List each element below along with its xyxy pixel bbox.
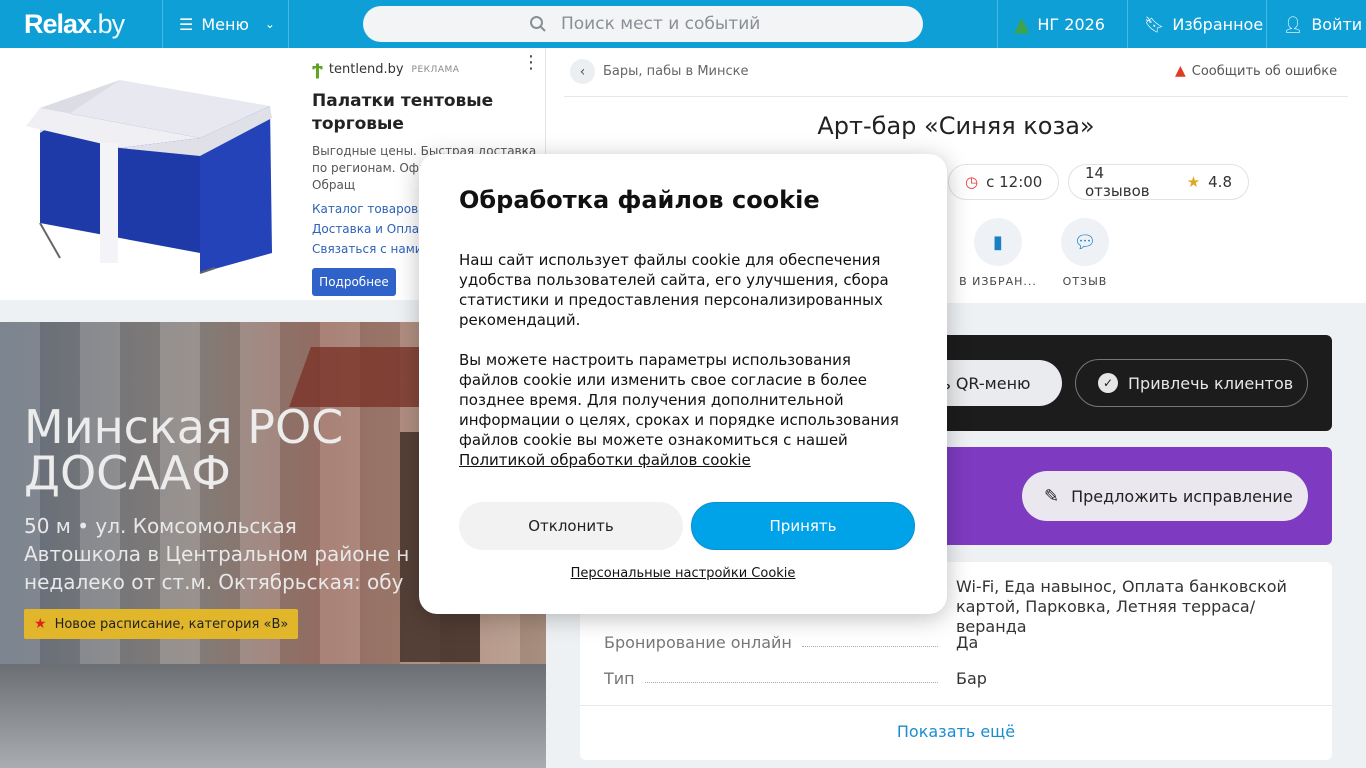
cookie-policy-link[interactable]: Политикой обработки файлов cookie xyxy=(459,450,909,470)
login-link[interactable]: 👤︎ Войти xyxy=(1266,0,1366,48)
user-icon: 👤︎ xyxy=(1283,14,1304,34)
cookie-text-1: Наш сайт использует файлы cookie для обе… xyxy=(459,251,889,329)
accept-button[interactable]: Принять xyxy=(691,502,915,550)
cookie-dialog-title: Обработка файлов cookie xyxy=(459,186,820,214)
favorites-label: Избранное xyxy=(1172,14,1264,34)
cookie-text-2: Вы можете настроить параметры использова… xyxy=(459,350,909,470)
search-placeholder: Поиск мест и событий xyxy=(561,14,761,34)
decline-button[interactable]: Отклонить xyxy=(459,502,683,550)
hamburger-icon: ☰ xyxy=(179,14,194,34)
menu-label: Меню xyxy=(201,14,249,34)
ng-2026-link[interactable]: ▲ НГ 2026 xyxy=(997,0,1128,48)
search-input[interactable]: Поиск мест и событий xyxy=(363,6,923,42)
chevron-down-icon: ⌄ xyxy=(264,17,275,31)
ng-label: НГ 2026 xyxy=(1037,14,1105,34)
cookie-dialog: Обработка файлов cookie Наш сайт использ… xyxy=(419,154,947,614)
cookie-text-2-body: Вы можете настроить параметры использова… xyxy=(459,351,899,449)
search-icon xyxy=(530,16,546,32)
favorites-link[interactable]: 🔖︎ Избранное xyxy=(1127,0,1267,48)
cookie-settings-link[interactable]: Персональные настройки Cookie xyxy=(419,566,947,581)
login-label: Войти xyxy=(1311,14,1363,34)
christmas-tree-icon: ▲ xyxy=(1014,12,1030,36)
menu-button[interactable]: ☰ Меню ⌄ xyxy=(163,0,289,48)
top-header: Relax .by ☰ Меню ⌄ Поиск мест и событий ▲… xyxy=(0,0,1366,48)
site-logo[interactable]: Relax .by xyxy=(0,0,163,48)
bookmark-icon: 🔖︎ xyxy=(1144,14,1165,34)
